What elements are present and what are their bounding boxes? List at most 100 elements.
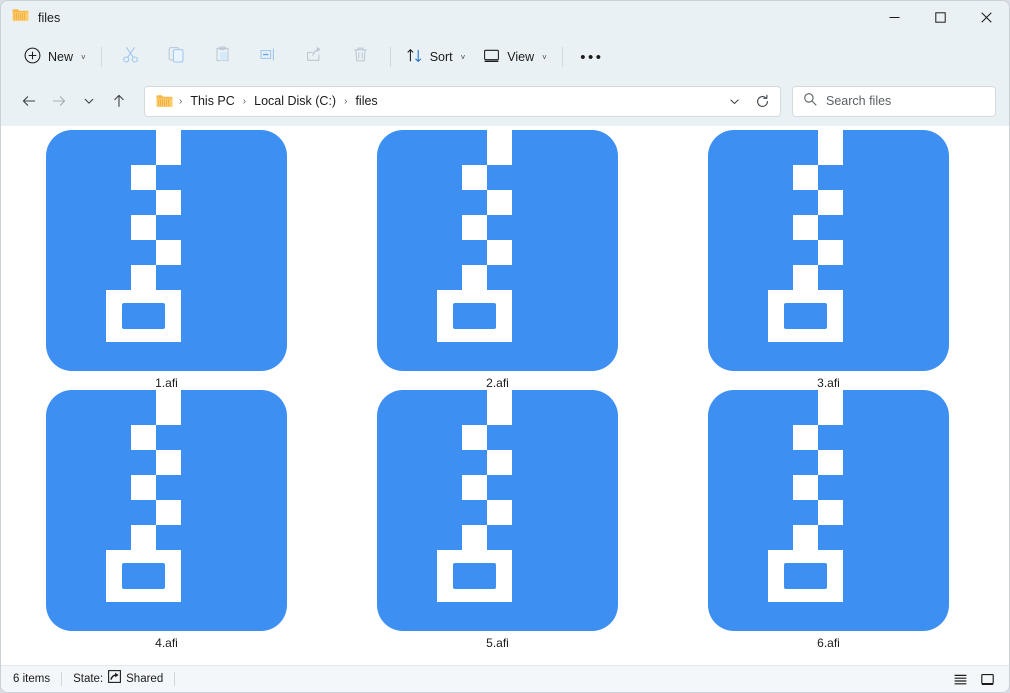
trash-icon bbox=[351, 45, 370, 69]
file-name-label: 1.afi bbox=[155, 376, 178, 390]
breadcrumb-separator: › bbox=[344, 95, 348, 107]
window-controls bbox=[871, 1, 1009, 34]
cut-button[interactable] bbox=[112, 41, 150, 73]
toolbar-divider-2 bbox=[389, 47, 391, 67]
zipper-pull-tab-hole bbox=[453, 563, 496, 589]
file-item[interactable]: 5.afi bbox=[332, 390, 663, 650]
up-button[interactable] bbox=[104, 86, 134, 116]
copy-icon bbox=[167, 45, 186, 69]
copy-button[interactable] bbox=[158, 41, 196, 73]
chevron-down-icon: ˅ bbox=[81, 52, 86, 62]
zipper-tooth bbox=[131, 215, 156, 240]
title-bar: files bbox=[1, 1, 1009, 34]
file-item[interactable]: 3.afi bbox=[663, 130, 994, 390]
zipper-tooth bbox=[462, 215, 487, 240]
share-icon bbox=[305, 45, 324, 69]
zip-file-icon bbox=[46, 390, 287, 631]
file-name-label: 2.afi bbox=[486, 376, 509, 390]
zipper-tooth bbox=[462, 475, 487, 500]
breadcrumb-separator: › bbox=[242, 95, 247, 107]
zipper-tooth bbox=[793, 215, 818, 240]
status-bar: 6 items State: Shared bbox=[1, 665, 1009, 692]
state-label: State: bbox=[73, 673, 104, 685]
breadcrumb-item-files[interactable]: files bbox=[349, 91, 383, 111]
toolbar-divider-3 bbox=[561, 47, 563, 67]
zipper-tooth bbox=[487, 390, 512, 425]
new-button[interactable]: New ˅ bbox=[15, 41, 95, 73]
file-list-view[interactable]: 1.afi 2.afi 3.afi 4.afi 5.afi 6.afi bbox=[1, 126, 1009, 665]
chevron-down-icon: ˅ bbox=[460, 52, 466, 62]
zipper-tooth bbox=[156, 500, 181, 525]
monitor-icon bbox=[483, 47, 500, 67]
breadcrumb-item-local-disk[interactable]: Local Disk (C:) bbox=[248, 91, 342, 111]
zipper-tooth bbox=[462, 425, 487, 450]
close-button[interactable] bbox=[963, 1, 1009, 34]
zipper-tooth bbox=[793, 265, 818, 290]
file-item[interactable]: 4.afi bbox=[1, 390, 332, 650]
zipper-tooth bbox=[818, 190, 843, 215]
refresh-button[interactable] bbox=[748, 88, 776, 115]
rename-button[interactable] bbox=[250, 41, 288, 73]
share-button[interactable] bbox=[296, 41, 334, 73]
paste-icon bbox=[213, 45, 232, 69]
file-item[interactable]: 1.afi bbox=[1, 130, 332, 390]
file-item[interactable]: 2.afi bbox=[332, 130, 663, 390]
file-name-label: 4.afi bbox=[155, 636, 178, 650]
zipper-tooth bbox=[793, 525, 818, 550]
view-button[interactable]: View ˅ bbox=[474, 41, 556, 73]
scissors-icon bbox=[121, 45, 140, 69]
zipper-tooth bbox=[487, 450, 512, 475]
previous-locations-button[interactable] bbox=[720, 88, 748, 115]
zipper-tooth bbox=[487, 240, 512, 265]
paste-button[interactable] bbox=[204, 41, 242, 73]
file-name-label: 5.afi bbox=[486, 636, 509, 650]
zipper-tooth bbox=[818, 500, 843, 525]
minimize-button[interactable] bbox=[871, 1, 917, 34]
breadcrumb-item-this-pc[interactable]: This PC bbox=[184, 91, 240, 111]
zipper-tooth bbox=[131, 475, 156, 500]
details-view-button[interactable] bbox=[948, 669, 972, 690]
file-name-label: 6.afi bbox=[817, 636, 840, 650]
zipper-tooth bbox=[487, 190, 512, 215]
forward-button[interactable] bbox=[44, 86, 74, 116]
zipper-tooth bbox=[131, 165, 156, 190]
zipper-tooth bbox=[131, 265, 156, 290]
sort-arrows-icon bbox=[406, 47, 423, 67]
rename-icon bbox=[259, 45, 278, 69]
zipper-tooth bbox=[487, 500, 512, 525]
file-name-label: 3.afi bbox=[817, 376, 840, 390]
search-box[interactable] bbox=[792, 85, 996, 117]
maximize-button[interactable] bbox=[917, 1, 963, 34]
breadcrumb[interactable]: › This PC › Local Disk (C:) › files bbox=[144, 85, 781, 117]
recent-locations-button[interactable] bbox=[74, 86, 104, 116]
search-input[interactable] bbox=[826, 94, 985, 108]
see-more-button[interactable]: ••• bbox=[573, 41, 611, 73]
address-bar: › This PC › Local Disk (C:) › files bbox=[1, 80, 1009, 126]
zip-file-icon bbox=[377, 130, 618, 371]
back-button[interactable] bbox=[14, 86, 44, 116]
file-item[interactable]: 6.afi bbox=[663, 390, 994, 650]
zipper-tooth bbox=[818, 240, 843, 265]
zipper-pull-tab-hole bbox=[784, 303, 827, 329]
toolbar-divider bbox=[100, 47, 102, 67]
zipper-pull-tab-hole bbox=[122, 563, 165, 589]
status-divider bbox=[61, 672, 63, 686]
file-grid: 1.afi 2.afi 3.afi 4.afi 5.afi 6.afi bbox=[1, 126, 1009, 650]
zipper-tooth bbox=[156, 130, 181, 165]
sort-button[interactable]: Sort ˅ bbox=[397, 41, 475, 73]
zipper-tooth bbox=[818, 390, 843, 425]
large-icons-view-button[interactable] bbox=[975, 669, 999, 690]
zipper-tooth bbox=[793, 425, 818, 450]
chevron-down-icon: ˅ bbox=[542, 52, 547, 62]
view-button-label: View bbox=[507, 50, 535, 64]
zipper-tooth bbox=[793, 165, 818, 190]
folder-icon[interactable] bbox=[154, 94, 177, 108]
file-explorer-window: files New ˅ Sort ˅ View ˅ ••• › This PC … bbox=[0, 0, 1010, 693]
zipper-tooth bbox=[156, 390, 181, 425]
view-toggle-group bbox=[948, 669, 999, 690]
delete-button[interactable] bbox=[342, 41, 380, 73]
new-button-label: New bbox=[48, 50, 74, 64]
zip-file-icon bbox=[46, 130, 287, 371]
search-icon bbox=[803, 92, 817, 111]
zipper-pull-tab-hole bbox=[784, 563, 827, 589]
